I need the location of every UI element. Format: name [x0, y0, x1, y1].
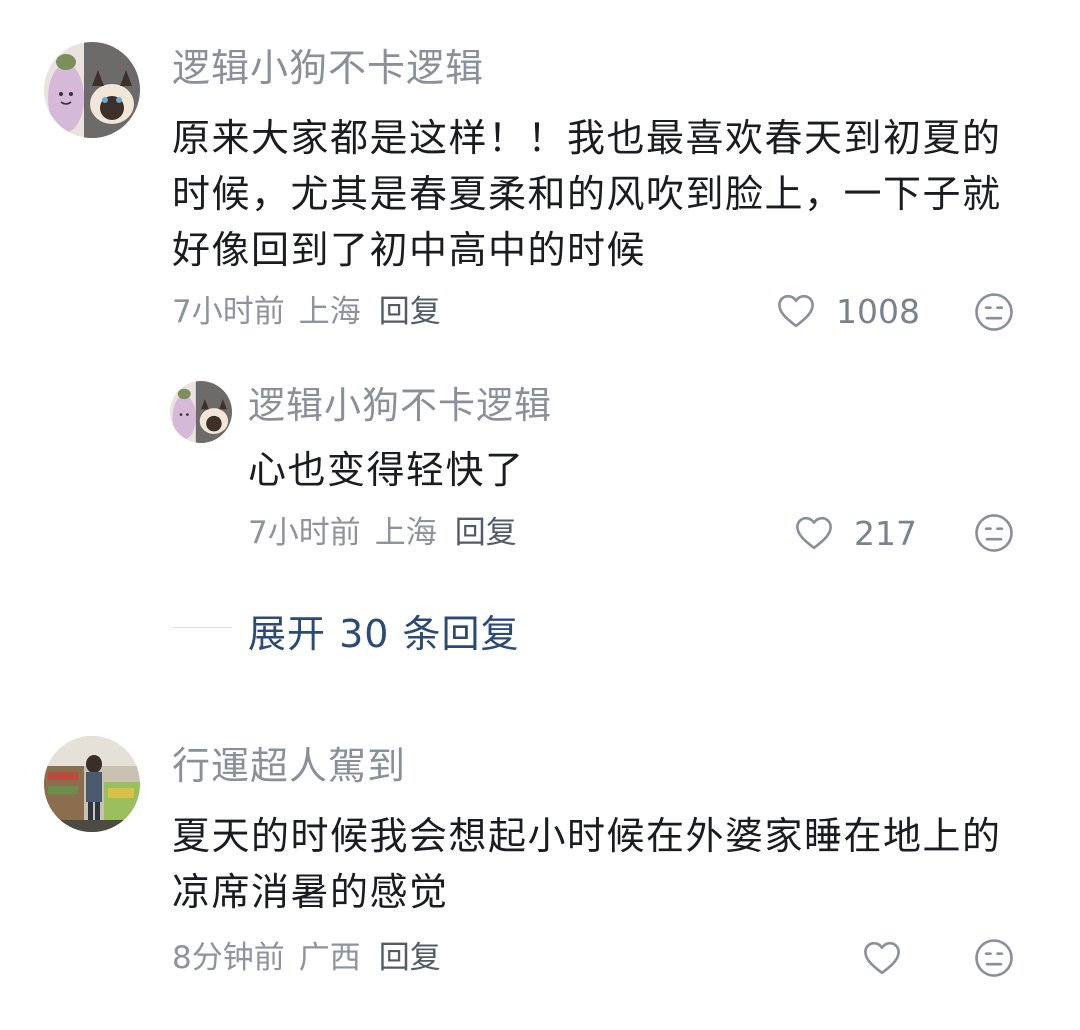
comment-meta: 7小时前 上海 回复 — [172, 292, 441, 332]
meh-face-icon[interactable] — [973, 512, 1015, 554]
avatar[interactable] — [44, 736, 140, 832]
reply-username[interactable]: 逻辑小狗不卡逻辑 — [248, 382, 552, 430]
comment-meta: 8分钟前 广西 回复 — [172, 938, 441, 978]
expand-replies-button[interactable]: 展开 30 条回复 — [248, 603, 520, 658]
reply-like-button[interactable]: 217 — [792, 512, 917, 554]
reply-avatar[interactable] — [170, 381, 232, 443]
meh-face-icon[interactable] — [973, 937, 1015, 979]
reply-button[interactable]: 回复 — [379, 292, 441, 332]
reply-meta: 7小时前 上海 回复 — [248, 513, 517, 553]
heart-outline-icon — [792, 512, 836, 554]
reply-button[interactable]: 回复 — [379, 938, 441, 978]
reply-time: 7小时前 — [248, 515, 361, 551]
meh-face-icon[interactable] — [973, 291, 1015, 333]
reply-button[interactable]: 回复 — [455, 513, 517, 553]
reply-location: 上海 — [374, 515, 437, 551]
like-count: 1008 — [836, 291, 920, 331]
comment-text: 夏天的时候我会想起小时候在外婆家睡在地上的凉席消暑的感觉 — [172, 814, 1002, 914]
heart-outline-icon — [860, 937, 904, 979]
heart-outline-icon — [774, 290, 818, 332]
reply-text: 心也变得轻快了 — [248, 448, 525, 492]
comment-username[interactable]: 逻辑小狗不卡逻辑 — [172, 44, 484, 92]
comment-time: 7小时前 — [172, 294, 285, 330]
comment-location: 上海 — [298, 294, 361, 330]
comment-time: 8分钟前 — [172, 940, 285, 976]
avatar[interactable] — [44, 42, 140, 138]
comment-text: 原来大家都是这样！！我也最喜欢春天到初夏的时候，尤其是春夏柔和的风吹到脸上，一下… — [172, 116, 1002, 272]
comment-location: 广西 — [298, 940, 361, 976]
like-count: 217 — [854, 513, 917, 553]
expand-divider — [172, 627, 232, 628]
comment-username[interactable]: 行運超人駕到 — [172, 742, 406, 790]
like-button[interactable] — [860, 937, 922, 979]
like-button[interactable]: 1008 — [774, 290, 920, 332]
